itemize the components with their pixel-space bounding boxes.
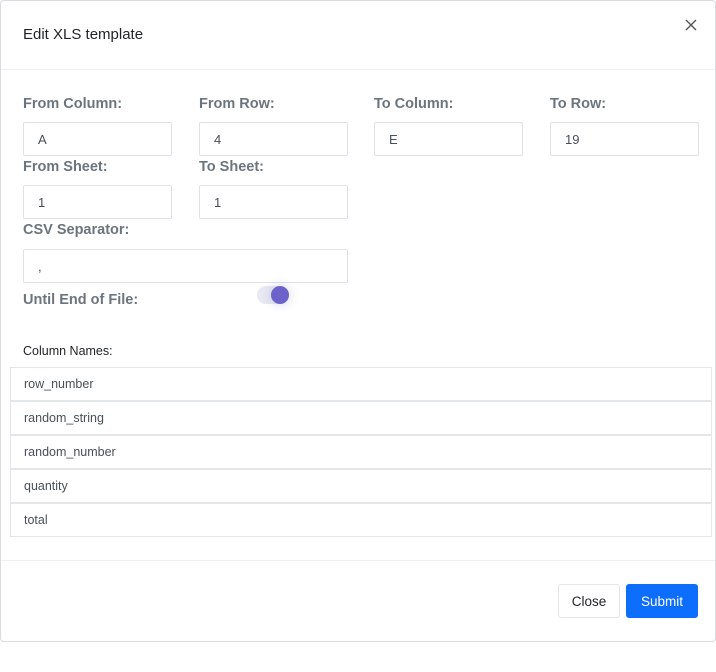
modal-title: Edit XLS template [23, 26, 144, 43]
column-name-item[interactable]: quantity [10, 469, 712, 503]
column-name-item[interactable]: total [10, 503, 712, 537]
column-name-item[interactable]: row_number [10, 367, 712, 401]
from-row-input[interactable] [199, 122, 348, 156]
to-sheet-label: To Sheet: [199, 159, 264, 175]
from-column-label: From Column: [23, 96, 123, 112]
close-icon[interactable] [681, 15, 701, 35]
edit-template-modal: Edit XLS template From Column: From Row:… [0, 0, 716, 642]
from-row-label: From Row: [199, 96, 275, 112]
close-button[interactable]: Close [558, 584, 620, 618]
until-eof-label: Until End of File: [23, 292, 139, 308]
toggle-knob [271, 286, 289, 304]
to-column-label: To Column: [374, 96, 454, 112]
to-row-input[interactable] [550, 122, 699, 156]
from-sheet-label: From Sheet: [23, 159, 108, 175]
from-column-input[interactable] [23, 122, 172, 156]
column-name-item[interactable]: random_string [10, 401, 712, 435]
submit-button[interactable]: Submit [626, 584, 698, 618]
csv-separator-label: CSV Separator: [23, 222, 130, 238]
column-names-label: Column Names: [23, 344, 113, 358]
until-eof-toggle[interactable] [257, 284, 291, 306]
to-column-input[interactable] [374, 122, 523, 156]
column-names-list: row_number random_string random_number q… [10, 367, 712, 537]
modal-header: Edit XLS template [1, 1, 715, 70]
csv-separator-input[interactable] [23, 249, 348, 283]
to-row-label: To Row: [550, 96, 607, 112]
to-sheet-input[interactable] [199, 185, 348, 219]
column-name-item[interactable]: random_number [10, 435, 712, 469]
from-sheet-input[interactable] [23, 185, 172, 219]
